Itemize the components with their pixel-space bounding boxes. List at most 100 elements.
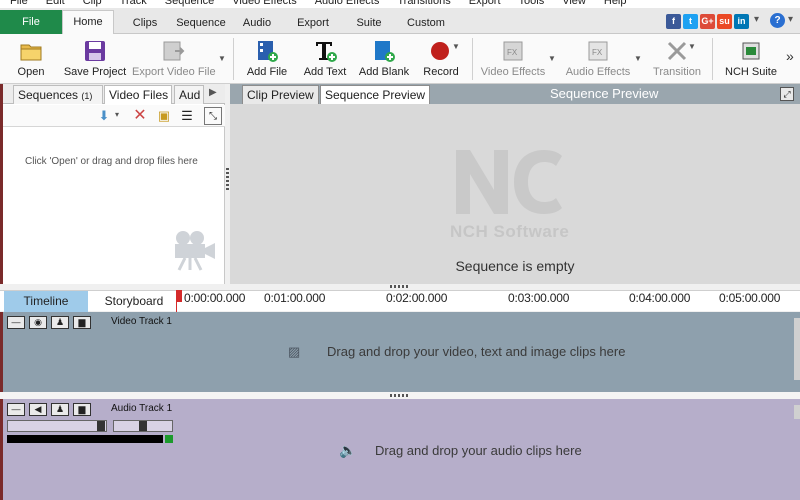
menu-audio-effects[interactable]: Audio Effects (305, 0, 388, 8)
menu-view[interactable]: View (552, 0, 594, 8)
video-drop-message: Drag and drop your video, text and image… (327, 344, 626, 359)
linkedin-icon[interactable]: in (734, 14, 749, 29)
export-video-button[interactable]: Export Video File (132, 36, 216, 82)
audio-effects-dropdown-icon[interactable]: ▼ (634, 54, 642, 63)
tab-export[interactable]: Export (290, 12, 336, 34)
playhead-handle[interactable] (176, 290, 182, 302)
list-view-icon[interactable]: ☰ (178, 107, 196, 125)
eye-icon[interactable]: ◉ (29, 316, 47, 329)
audio-track-lane[interactable]: 🔈 Drag and drop your audio clips here (176, 399, 800, 500)
pan-slider-knob[interactable] (139, 421, 147, 431)
import-dropdown-icon[interactable]: ▾ (115, 110, 119, 119)
tab-sequences-badge: (1) (81, 91, 93, 101)
tab-sequence[interactable]: Sequence (172, 12, 230, 34)
audio-track-scrollbar[interactable] (794, 405, 800, 419)
menu-clip[interactable]: Clip (73, 0, 110, 8)
media-bin-panel: Sequences (1) Video Files Aud ▶ ⬇ ▾ ✕ ▣ … (0, 84, 225, 284)
new-folder-icon[interactable]: ▣ (155, 107, 173, 125)
help-dropdown-icon[interactable]: ▾ (788, 14, 793, 25)
speaker-icon: 🔈 (339, 442, 357, 458)
audio-effects-icon: FX (588, 41, 608, 61)
googleplus-icon[interactable]: G+ (700, 14, 715, 29)
timeline-header: Timeline Storyboard 0:00:00.000 0:01:00.… (0, 290, 800, 312)
menu-transitions[interactable]: Transitions (387, 0, 458, 8)
tab-custom[interactable]: Custom (402, 12, 450, 34)
video-effects-dropdown-icon[interactable]: ▼ (548, 54, 556, 63)
volume-slider-knob[interactable] (97, 421, 105, 431)
nch-suite-button[interactable]: NCH Suite (722, 36, 780, 82)
toolbar: Open Save Project Export Video File ▼ Ad… (0, 34, 800, 84)
pan-slider[interactable] (113, 420, 173, 432)
import-icon[interactable]: ⬇ (95, 107, 113, 125)
file-tab[interactable]: File (0, 10, 62, 34)
open-label: Open (17, 66, 45, 78)
horizontal-splitter[interactable] (390, 285, 410, 288)
save-project-button[interactable]: Save Project (62, 36, 128, 82)
collapse-track-icon[interactable]: — (7, 316, 25, 329)
audio-effects-button[interactable]: FX Audio Effects (564, 36, 632, 82)
menu-video-effects[interactable]: Video Effects (222, 0, 304, 8)
record-dropdown-icon[interactable]: ▼ (452, 42, 460, 51)
audio-level-indicator (165, 435, 173, 443)
detach-preview-icon[interactable]: ⤢ (780, 87, 794, 101)
video-effects-icon: FX (503, 41, 523, 61)
export-dropdown-icon[interactable]: ▼ (218, 54, 226, 63)
tab-clip-preview[interactable]: Clip Preview (242, 85, 319, 104)
video-effects-button[interactable]: FX Video Effects (480, 36, 546, 82)
empty-bin-message: Click 'Open' or drag and drop files here (25, 156, 198, 167)
tab-suite[interactable]: Suite (348, 12, 390, 34)
chevron-down-icon[interactable]: ▾ (754, 14, 759, 25)
add-file-button[interactable]: Add File (244, 36, 290, 82)
lock-icon[interactable]: ▆ (73, 403, 91, 416)
menu-help[interactable]: Help (594, 0, 635, 8)
audio-track-label: Audio Track 1 (111, 403, 173, 414)
tab-sequence-preview[interactable]: Sequence Preview (320, 85, 431, 104)
group-icon[interactable]: ♟ (51, 403, 69, 416)
tab-audio[interactable]: Audio (236, 12, 278, 34)
facebook-icon[interactable]: f (666, 14, 681, 29)
menu-export[interactable]: Export (459, 0, 509, 8)
image-icon: ▨ (288, 344, 301, 359)
menu-edit[interactable]: Edit (36, 0, 73, 8)
tab-scroll-right-icon[interactable]: ▶ (209, 87, 217, 98)
menu-track[interactable]: Track (110, 0, 155, 8)
add-blank-icon (375, 41, 395, 62)
tab-clips[interactable]: Clips (124, 12, 166, 34)
track-splitter[interactable] (390, 394, 410, 397)
audio-level-meter (7, 435, 163, 443)
toolbar-divider (233, 38, 234, 80)
transition-dropdown-icon[interactable]: ▼ (688, 42, 696, 51)
stumbleupon-icon[interactable]: su (717, 14, 732, 29)
menu-tools[interactable]: Tools (509, 0, 553, 8)
vertical-splitter[interactable] (226, 168, 229, 192)
tick-label: 0:05:00.000 (719, 291, 781, 305)
tab-storyboard[interactable]: Storyboard (92, 291, 176, 312)
collapse-panel-icon[interactable]: ⤡ (204, 107, 222, 125)
add-text-button[interactable]: Add Text (300, 36, 350, 82)
group-icon[interactable]: ♟ (51, 316, 69, 329)
tab-sequences-label: Sequences (18, 88, 79, 102)
add-blank-button[interactable]: Add Blank (358, 36, 410, 82)
more-icon[interactable]: » (786, 48, 794, 64)
menu-file[interactable]: File (0, 0, 36, 8)
tab-sequences[interactable]: Sequences (1) (13, 85, 103, 104)
tab-video-files[interactable]: Video Files (104, 85, 172, 104)
tab-audio-files[interactable]: Aud (174, 85, 204, 104)
video-track-scrollbar[interactable] (794, 318, 800, 380)
remove-icon[interactable]: ✕ (131, 107, 149, 125)
audio-track-controls: — ◀ ♟ ▆ (7, 403, 91, 416)
tab-timeline[interactable]: Timeline (4, 291, 88, 312)
audio-track-header: — ◀ ♟ ▆ Audio Track 1 (0, 399, 176, 500)
audio-effects-label: Audio Effects (565, 66, 631, 78)
collapse-track-icon[interactable]: — (7, 403, 25, 416)
tick-label: 0:03:00.000 (508, 291, 570, 305)
video-track-lane[interactable]: ▨ Drag and drop your video, text and ima… (176, 312, 800, 392)
twitter-icon[interactable]: t (683, 14, 698, 29)
help-icon[interactable]: ? (770, 13, 785, 28)
menu-sequence[interactable]: Sequence (155, 0, 223, 8)
tab-home[interactable]: Home (62, 10, 114, 34)
open-button[interactable]: Open (8, 36, 54, 82)
volume-slider[interactable] (7, 420, 107, 432)
lock-icon[interactable]: ▆ (73, 316, 91, 329)
speaker-icon[interactable]: ◀ (29, 403, 47, 416)
